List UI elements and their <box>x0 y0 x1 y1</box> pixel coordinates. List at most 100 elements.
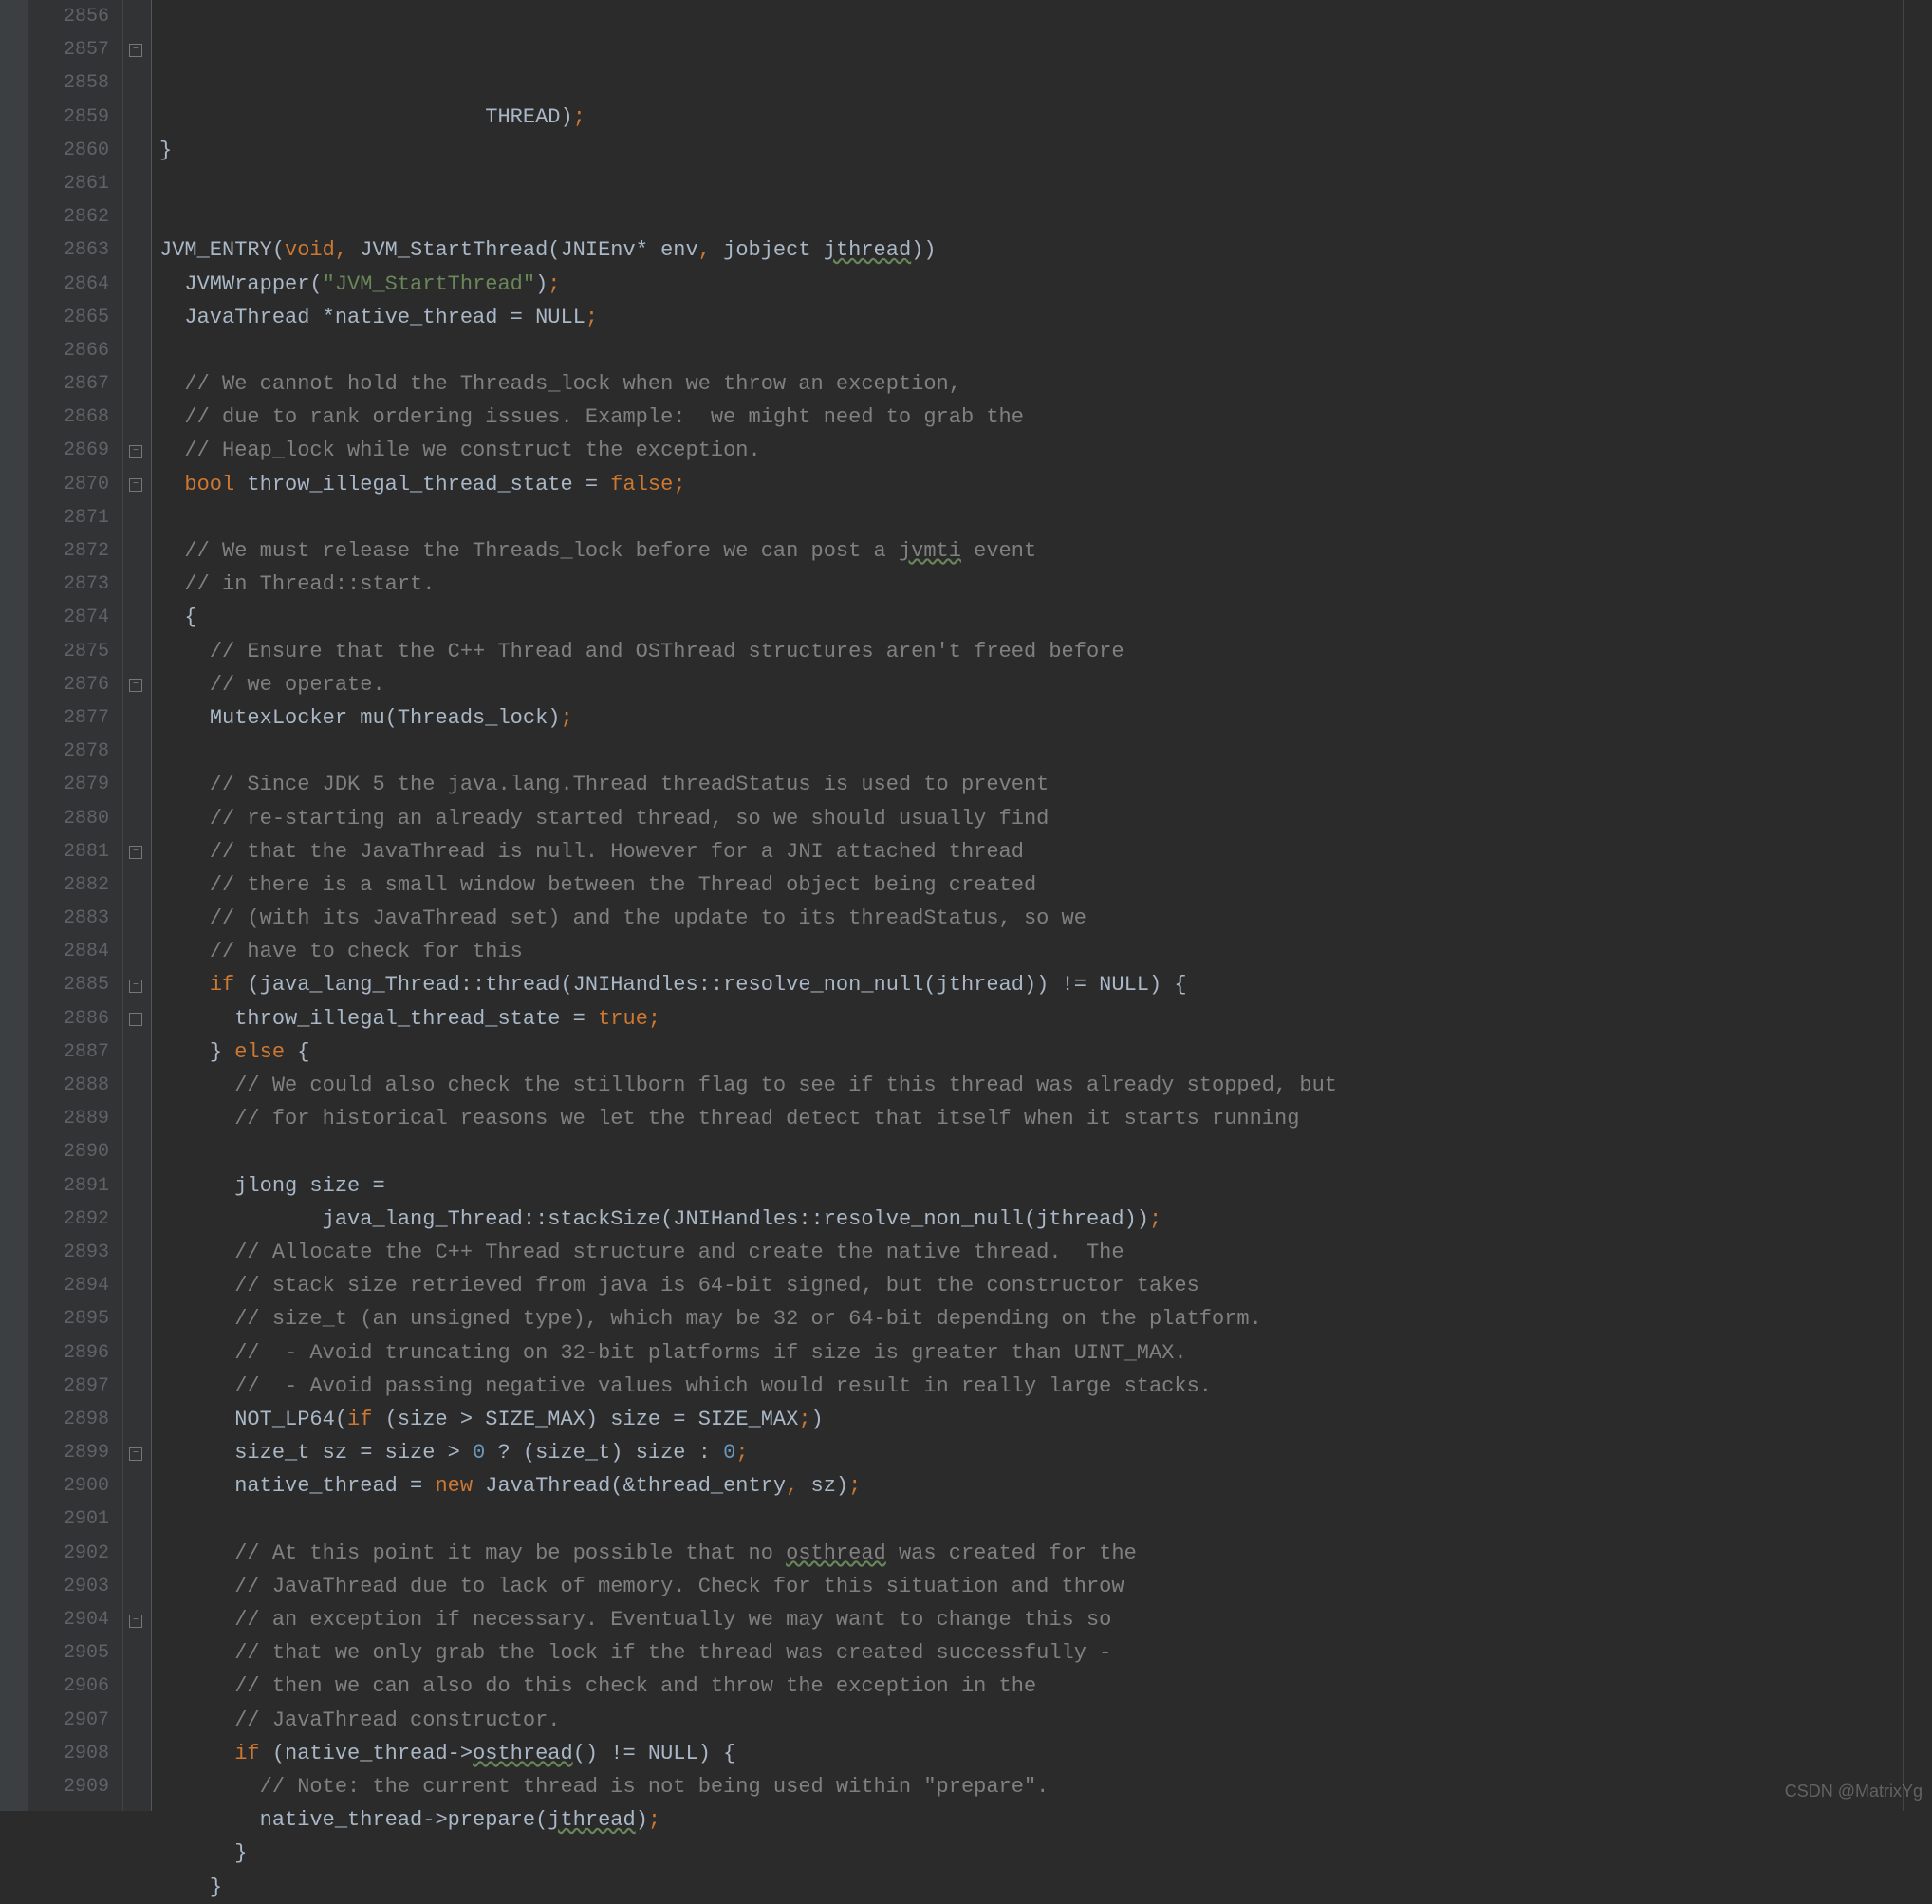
code-line[interactable]: // At this point it may be possible that… <box>159 1537 1932 1570</box>
line-number: 2893 <box>28 1236 109 1269</box>
code-line[interactable]: NOT_LP64(if (size > SIZE_MAX) size = SIZ… <box>159 1403 1932 1436</box>
code-line[interactable]: // an exception if necessary. Eventually… <box>159 1603 1932 1636</box>
token: , <box>698 238 723 262</box>
line-number: 2900 <box>28 1469 109 1503</box>
code-line[interactable]: native_thread = new JavaThread(&thread_e… <box>159 1469 1932 1503</box>
token: JVM_ENTRY( <box>159 238 285 262</box>
fold-close-icon[interactable]: − <box>129 1013 142 1026</box>
token: MutexLocker mu(Threads_lock) <box>210 706 561 730</box>
line-number: 2903 <box>28 1570 109 1603</box>
code-line[interactable] <box>159 1135 1932 1168</box>
token: // re-starting an already started thread… <box>210 807 1050 831</box>
token: // Note: the current thread is not being… <box>260 1775 1050 1799</box>
code-line[interactable]: // JavaThread due to lack of memory. Che… <box>159 1570 1932 1603</box>
code-line[interactable]: // for historical reasons we let the thr… <box>159 1102 1932 1135</box>
code-line[interactable]: } else { <box>159 1036 1932 1069</box>
line-number: 2897 <box>28 1370 109 1403</box>
code-line[interactable] <box>159 334 1932 367</box>
code-line[interactable]: // (with its JavaThread set) and the upd… <box>159 902 1932 935</box>
token: // in Thread::start. <box>184 572 435 596</box>
token: osthread <box>473 1742 573 1765</box>
code-line[interactable]: // - Avoid passing negative values which… <box>159 1370 1932 1403</box>
code-line[interactable]: // Note: the current thread is not being… <box>159 1770 1932 1803</box>
token: } <box>159 139 172 162</box>
code-editor[interactable]: 2856285728582859286028612862286328642865… <box>0 0 1932 1811</box>
code-line[interactable]: native_thread->prepare(jthread); <box>159 1803 1932 1837</box>
code-line[interactable]: // have to check for this <box>159 935 1932 968</box>
code-line[interactable] <box>159 200 1932 233</box>
code-line[interactable]: // We must release the Threads_lock befo… <box>159 534 1932 568</box>
code-line[interactable]: // stack size retrieved from java is 64-… <box>159 1269 1932 1302</box>
token: ; <box>848 1474 861 1498</box>
token: // size_t (an unsigned type), which may … <box>234 1307 1262 1331</box>
token: jvmti <box>899 539 961 563</box>
code-line[interactable]: { <box>159 601 1932 634</box>
code-line[interactable]: java_lang_Thread::stackSize(JNIHandles::… <box>159 1203 1932 1236</box>
code-line[interactable]: MutexLocker mu(Threads_lock); <box>159 701 1932 735</box>
fold-open-icon[interactable]: − <box>129 1447 142 1461</box>
code-line[interactable]: // Since JDK 5 the java.lang.Thread thre… <box>159 768 1932 801</box>
token: // (with its JavaThread set) and the upd… <box>210 906 1087 930</box>
code-line[interactable]: // we operate. <box>159 668 1932 701</box>
token: ; <box>585 306 598 329</box>
code-line[interactable]: } <box>159 1871 1932 1904</box>
code-line[interactable]: size_t sz = size > 0 ? (size_t) size : 0… <box>159 1436 1932 1469</box>
code-line[interactable]: // We could also check the stillborn fla… <box>159 1069 1932 1102</box>
token: // Heap_lock while we construct the exce… <box>184 439 760 462</box>
code-line[interactable] <box>159 501 1932 534</box>
token: java_lang_Thread::stackSize(JNIHandles::… <box>323 1207 1149 1231</box>
fold-gutter[interactable]: − − − − − − − − − <box>123 0 152 1811</box>
token: JavaThread *native_thread = NULL <box>184 306 585 329</box>
fold-close-icon[interactable]: − <box>129 846 142 859</box>
code-line[interactable]: // Allocate the C++ Thread structure and… <box>159 1236 1932 1269</box>
fold-close-icon[interactable]: − <box>129 44 142 57</box>
fold-close-icon[interactable]: − <box>129 1615 142 1628</box>
code-line[interactable]: throw_illegal_thread_state = true; <box>159 1002 1932 1036</box>
code-line[interactable]: // Ensure that the C++ Thread and OSThre… <box>159 635 1932 668</box>
code-line[interactable]: } <box>159 1837 1932 1870</box>
fold-open-icon[interactable]: − <box>129 679 142 692</box>
code-line[interactable]: // then we can also do this check and th… <box>159 1670 1932 1703</box>
code-line[interactable]: } <box>159 134 1932 167</box>
token: false <box>610 473 673 496</box>
code-line[interactable] <box>159 1503 1932 1536</box>
token: throw_illegal_thread_state = <box>234 473 610 496</box>
token: if <box>234 1742 259 1765</box>
code-line[interactable]: bool throw_illegal_thread_state = false; <box>159 468 1932 501</box>
line-number: 2905 <box>28 1636 109 1670</box>
code-line[interactable]: // size_t (an unsigned type), which may … <box>159 1302 1932 1335</box>
code-line[interactable]: // there is a small window between the T… <box>159 868 1932 902</box>
token: jthread <box>824 238 911 262</box>
code-line[interactable] <box>159 167 1932 200</box>
token: // that the JavaThread is null. However … <box>210 840 1024 864</box>
fold-open-icon[interactable]: − <box>129 980 142 993</box>
code-line[interactable]: if (native_thread->osthread() != NULL) { <box>159 1737 1932 1770</box>
line-number: 2856 <box>28 0 109 33</box>
code-line[interactable]: jlong size = <box>159 1169 1932 1203</box>
token: ; <box>1149 1207 1161 1231</box>
fold-open-icon[interactable]: − <box>129 445 142 458</box>
token: // Ensure that the C++ Thread and OSThre… <box>210 640 1124 663</box>
line-number: 2906 <box>28 1670 109 1703</box>
code-line[interactable]: // that we only grab the lock if the thr… <box>159 1636 1932 1670</box>
code-content-area[interactable]: THREAD);} JVM_ENTRY(void, JVM_StartThread… <box>152 0 1932 1811</box>
fold-close-icon[interactable]: − <box>129 478 142 492</box>
line-number: 2901 <box>28 1503 109 1536</box>
code-line[interactable] <box>159 735 1932 768</box>
line-number-gutter[interactable]: 2856285728582859286028612862286328642865… <box>28 0 123 1811</box>
code-line[interactable]: // JavaThread constructor. <box>159 1704 1932 1737</box>
token: "JVM_StartThread" <box>323 272 535 296</box>
code-line[interactable]: // re-starting an already started thread… <box>159 802 1932 835</box>
code-line[interactable]: // - Avoid truncating on 32-bit platform… <box>159 1336 1932 1370</box>
code-line[interactable]: // Heap_lock while we construct the exce… <box>159 434 1932 467</box>
code-line[interactable]: // We cannot hold the Threads_lock when … <box>159 367 1932 401</box>
code-line[interactable]: // that the JavaThread is null. However … <box>159 835 1932 868</box>
line-number: 2869 <box>28 434 109 467</box>
code-line[interactable]: if (java_lang_Thread::thread(JNIHandles:… <box>159 968 1932 1001</box>
code-line[interactable]: // in Thread::start. <box>159 568 1932 601</box>
code-line[interactable]: THREAD); <box>159 101 1932 134</box>
code-line[interactable]: JVM_ENTRY(void, JVM_StartThread(JNIEnv* … <box>159 233 1932 267</box>
code-line[interactable]: JVMWrapper("JVM_StartThread"); <box>159 268 1932 301</box>
code-line[interactable]: // due to rank ordering issues. Example:… <box>159 401 1932 434</box>
code-line[interactable]: JavaThread *native_thread = NULL; <box>159 301 1932 334</box>
